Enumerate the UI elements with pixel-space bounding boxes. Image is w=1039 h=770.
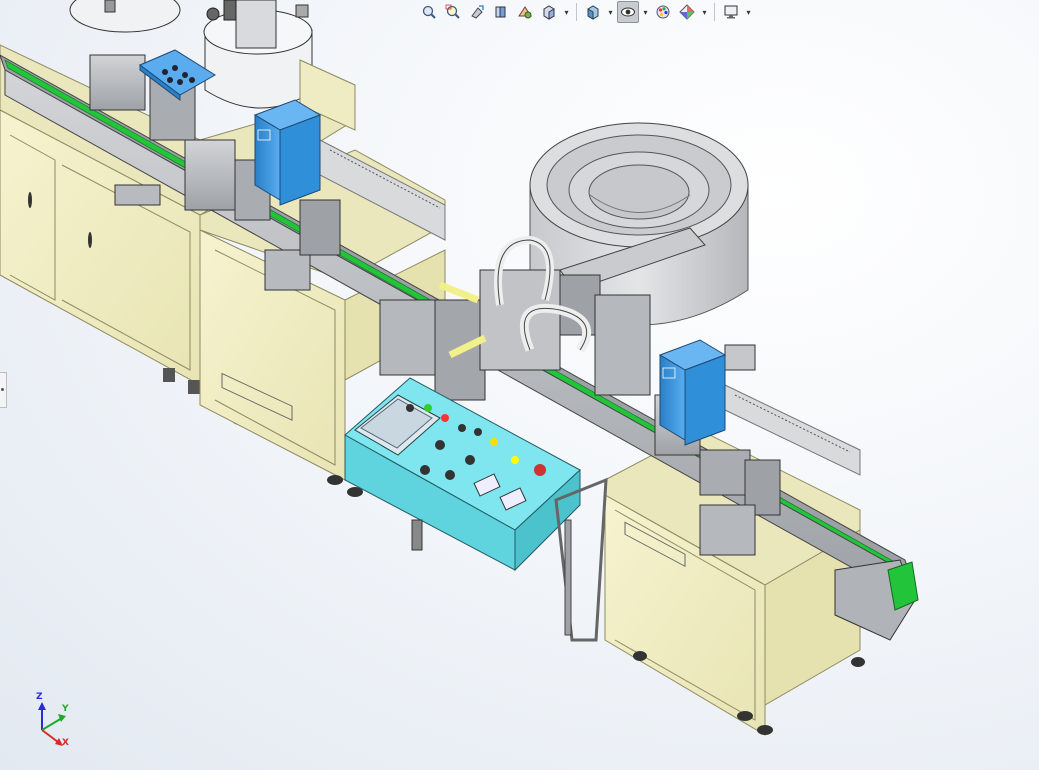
view-orientation-dropdown[interactable]: ▾ [562,1,571,23]
reference-triad: Z Y X [28,692,78,752]
zoom-to-fit-icon [422,5,436,19]
zoom-to-area-button[interactable] [442,1,464,23]
toolbar-separator [714,3,715,21]
display-style-button[interactable] [582,1,604,23]
eye-icon [621,7,635,17]
dynamic-annotation-button[interactable] [514,1,536,23]
section-view-icon [495,6,506,18]
x-axis-label: X [62,738,69,748]
axis-triad-icon [38,702,66,746]
blue-head-middle [253,99,322,206]
heads-up-view-toolbar: ▾ ▾ ▾ ▾ ▾ [418,0,753,24]
zoom-to-area-icon [445,4,460,19]
section-view-button[interactable] [490,1,512,23]
display-style-icon [587,5,599,20]
toolbar-separator [576,3,577,21]
dynamic-annotation-icon [518,6,532,19]
apply-scene-button[interactable] [676,1,698,23]
previous-view-button[interactable] [466,1,488,23]
monitor-icon [724,5,738,19]
hide-show-items-button[interactable] [617,1,639,23]
blue-head-right [658,339,727,446]
edit-appearance-button[interactable] [652,1,674,23]
control-panel [344,377,608,642]
previous-view-icon [471,5,484,19]
y-axis-label: Y [62,704,69,714]
scene-icon [679,4,695,20]
material-tank-right [203,0,313,109]
view-settings-dropdown[interactable]: ▾ [744,1,753,23]
apply-scene-dropdown[interactable]: ▾ [700,1,709,23]
view-orientation-button[interactable] [538,1,560,23]
graphics-area[interactable]: ▾ ▾ ▾ ▾ ▾ Z Y X [0,0,1039,770]
display-style-dropdown[interactable]: ▾ [606,1,615,23]
z-axis-label: Z [36,692,43,702]
view-orientation-icon [543,5,555,20]
assembly-model[interactable] [0,0,1039,770]
expand-dot-icon [1,388,4,391]
zoom-to-fit-button[interactable] [418,1,440,23]
edit-appearance-icon [656,5,670,19]
hide-show-items-dropdown[interactable]: ▾ [641,1,650,23]
material-tank-left [69,0,181,33]
view-settings-button[interactable] [720,1,742,23]
feature-manager-expand-tab[interactable] [0,372,7,408]
